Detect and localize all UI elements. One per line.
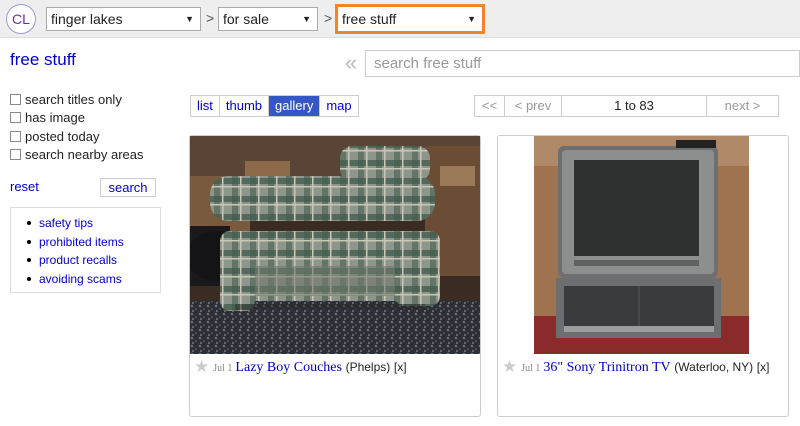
top-bar: CL finger lakes ▼ > for sale ▼ > free st… [0,0,800,38]
link-label: prohibited items [39,234,124,249]
link-avoiding-scams[interactable]: avoiding scams [21,270,160,289]
reset-link[interactable]: reset [10,179,39,194]
checkbox[interactable] [10,112,21,124]
section-select-value: for sale [223,11,269,27]
tab-gallery[interactable]: gallery [269,96,321,116]
filter-search-nearby[interactable]: search nearby areas [10,146,144,165]
filter-label: search titles only [25,91,122,107]
listing-caption: ★ Jul 1 Lazy Boy Couches (Phelps) [x] [194,358,479,378]
listing-image-couch[interactable] [190,136,480,354]
listing-caption: ★ Jul 1 36" Sony Trinitron TV (Waterloo, N… [502,358,787,378]
filter-search-titles-only[interactable]: search titles only [10,90,144,109]
chevron-down-icon: ▼ [302,14,311,24]
bullet [27,258,31,263]
favorite-star-icon[interactable]: ★ [194,357,209,376]
result-card: ★ Jul 1 Lazy Boy Couches (Phelps) [x] [189,135,481,417]
bullet [27,239,31,244]
page-title[interactable]: free stuff [10,50,76,70]
region-select[interactable]: finger lakes ▼ [46,7,201,31]
favorite-star-icon[interactable]: ★ [502,357,517,376]
filter-label: has image [25,110,85,126]
link-label: product recalls [39,253,118,268]
listing-location: (Phelps) [345,360,391,374]
listing-image-tv[interactable] [498,136,788,354]
tv-photo [498,136,788,354]
hide-listing-link[interactable]: [x] [394,360,407,374]
prev-page-button[interactable]: < prev [505,96,562,116]
section-select[interactable]: for sale ▼ [218,7,318,31]
hide-listing-link[interactable]: [x] [757,360,770,374]
tab-thumb[interactable]: thumb [220,96,270,116]
filter-label: posted today [25,128,100,144]
listing-location: (Waterloo, NY) [674,360,754,374]
checkbox[interactable] [10,93,21,105]
chevron-down-icon: ▼ [185,14,194,24]
search-input[interactable]: search free stuff [365,50,800,77]
pagination: << < prev 1 to 83 next > [474,95,779,117]
result-range: 1 to 83 [562,96,707,116]
collapse-chevron-icon[interactable]: « [345,50,357,76]
filter-posted-today[interactable]: posted today [10,127,144,146]
bullet [27,276,31,281]
listing-title-link[interactable]: 36" Sony Trinitron TV [543,360,670,375]
result-card: ★ Jul 1 36" Sony Trinitron TV (Waterloo, N… [497,135,789,417]
couch-photo [190,136,480,354]
link-safety-tips[interactable]: safety tips [21,214,160,233]
bullet [27,221,31,226]
chevron-down-icon: ▼ [467,14,476,24]
posting-date: Jul 1 [521,363,541,374]
checkbox[interactable] [10,149,21,161]
filter-label: search nearby areas [25,147,144,163]
link-product-recalls[interactable]: product recalls [21,251,160,270]
region-select-value: finger lakes [51,11,123,27]
tab-map[interactable]: map [320,96,357,116]
first-page-button[interactable]: << [475,96,505,116]
breadcrumb-separator: > [324,10,333,26]
breadcrumb-separator: > [206,10,215,26]
filter-has-image[interactable]: has image [10,109,144,128]
link-label: avoiding scams [39,271,122,286]
category-select[interactable]: free stuff ▼ [335,4,485,34]
next-page-button[interactable]: next > [707,96,778,116]
search-filters: search titles only has image posted toda… [10,90,144,164]
link-label: safety tips [39,216,94,231]
search-button[interactable]: search [100,178,156,197]
tab-list[interactable]: list [191,96,220,116]
view-mode-tabs: list thumb gallery map [190,95,359,117]
category-select-value: free stuff [342,11,397,27]
help-links-box: safety tips prohibited items product rec… [10,207,161,293]
link-prohibited-items[interactable]: prohibited items [21,233,160,252]
checkbox[interactable] [10,130,21,142]
posting-date: Jul 1 [213,363,233,374]
listing-title-link[interactable]: Lazy Boy Couches [235,360,342,375]
craigslist-logo[interactable]: CL [6,4,36,34]
